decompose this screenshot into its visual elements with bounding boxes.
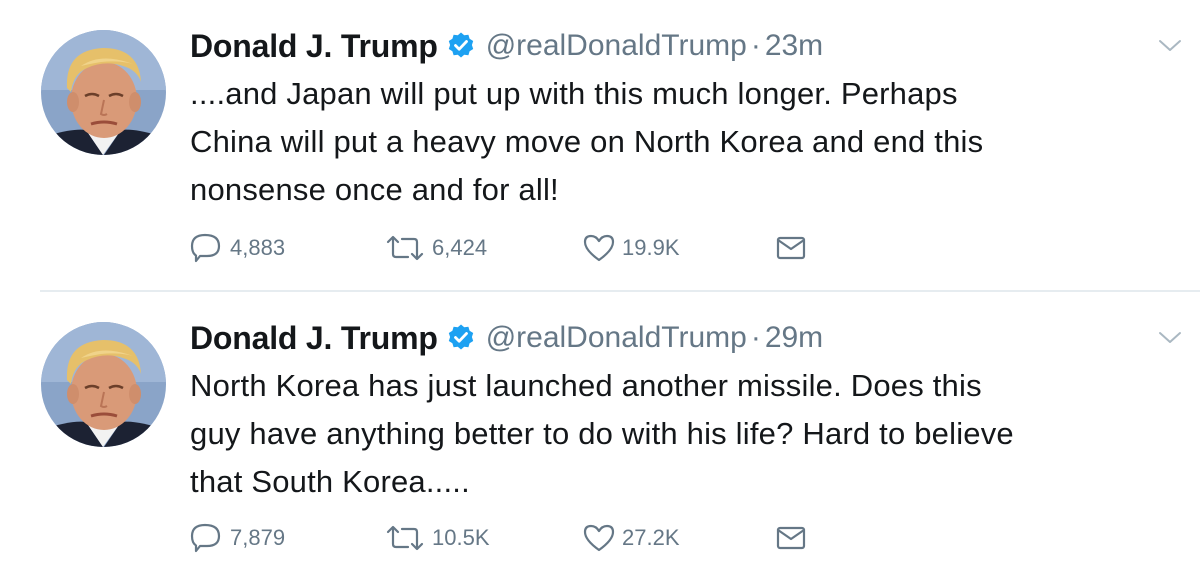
direct-message-icon — [776, 236, 806, 260]
retweet-icon — [386, 235, 424, 261]
timestamp[interactable]: 23m — [765, 29, 823, 63]
tweet-text-line: nonsense once and for all! — [190, 172, 559, 207]
reply-button[interactable]: 7,879 — [190, 518, 285, 558]
like-button[interactable]: 27.2K — [582, 518, 680, 558]
verified-badge-icon — [446, 31, 476, 61]
reply-button[interactable]: 4,883 — [190, 228, 285, 268]
heart-icon — [583, 524, 615, 552]
timestamp[interactable]: 29m — [765, 321, 823, 355]
author-handle[interactable]: @realDonaldTrump — [486, 321, 747, 355]
author-handle[interactable]: @realDonaldTrump — [486, 29, 747, 63]
tweet-header: Donald J. Trump @realDonaldTrump · 23m — [190, 24, 823, 68]
tweet-text: North Korea has just launched another mi… — [190, 362, 1180, 506]
tweet[interactable]: Donald J. Trump @realDonaldTrump · 29m N… — [0, 292, 1200, 579]
reply-count: 7,879 — [230, 525, 286, 550]
tweet-actions: 7,879 10.5K 27.2K — [190, 518, 890, 558]
chevron-down-icon[interactable] — [1158, 38, 1182, 54]
separator-dot: · — [750, 321, 761, 354]
author-name[interactable]: Donald J. Trump — [190, 320, 438, 357]
tweet-text: ....and Japan will put up with this much… — [190, 70, 1180, 214]
reply-icon — [190, 523, 221, 553]
tweet-header: Donald J. Trump @realDonaldTrump · 29m — [190, 316, 823, 360]
author-name[interactable]: Donald J. Trump — [190, 28, 438, 65]
retweet-count: 6,424 — [432, 235, 488, 260]
chevron-down-icon[interactable] — [1158, 330, 1182, 346]
tweet-text-line: guy have anything better to do with his … — [190, 416, 1014, 451]
direct-message-button[interactable] — [774, 228, 814, 268]
like-count: 27.2K — [622, 525, 680, 550]
tweet[interactable]: Donald J. Trump @realDonaldTrump · 23m .… — [0, 0, 1200, 290]
separator-dot: · — [750, 29, 761, 62]
tweet-text-line: that South Korea..... — [190, 464, 470, 499]
tweet-text-line: North Korea has just launched another mi… — [190, 368, 982, 403]
like-button[interactable]: 19.9K — [582, 228, 680, 268]
reply-icon — [190, 233, 221, 263]
retweet-button[interactable]: 10.5K — [384, 518, 490, 558]
retweet-button[interactable]: 6,424 — [384, 228, 487, 268]
direct-message-button[interactable] — [774, 518, 814, 558]
tweet-text-line: ....and Japan will put up with this much… — [190, 76, 958, 111]
verified-badge-icon — [446, 323, 476, 353]
tweet-text-line: China will put a heavy move on North Kor… — [190, 124, 984, 159]
reply-count: 4,883 — [230, 235, 286, 260]
avatar[interactable] — [41, 322, 166, 447]
avatar[interactable] — [41, 30, 166, 155]
direct-message-icon — [776, 526, 806, 550]
tweet-actions: 4,883 6,424 19.9K — [190, 228, 890, 268]
retweet-icon — [386, 525, 424, 551]
retweet-count: 10.5K — [432, 525, 490, 550]
like-count: 19.9K — [622, 235, 680, 260]
heart-icon — [583, 234, 615, 262]
